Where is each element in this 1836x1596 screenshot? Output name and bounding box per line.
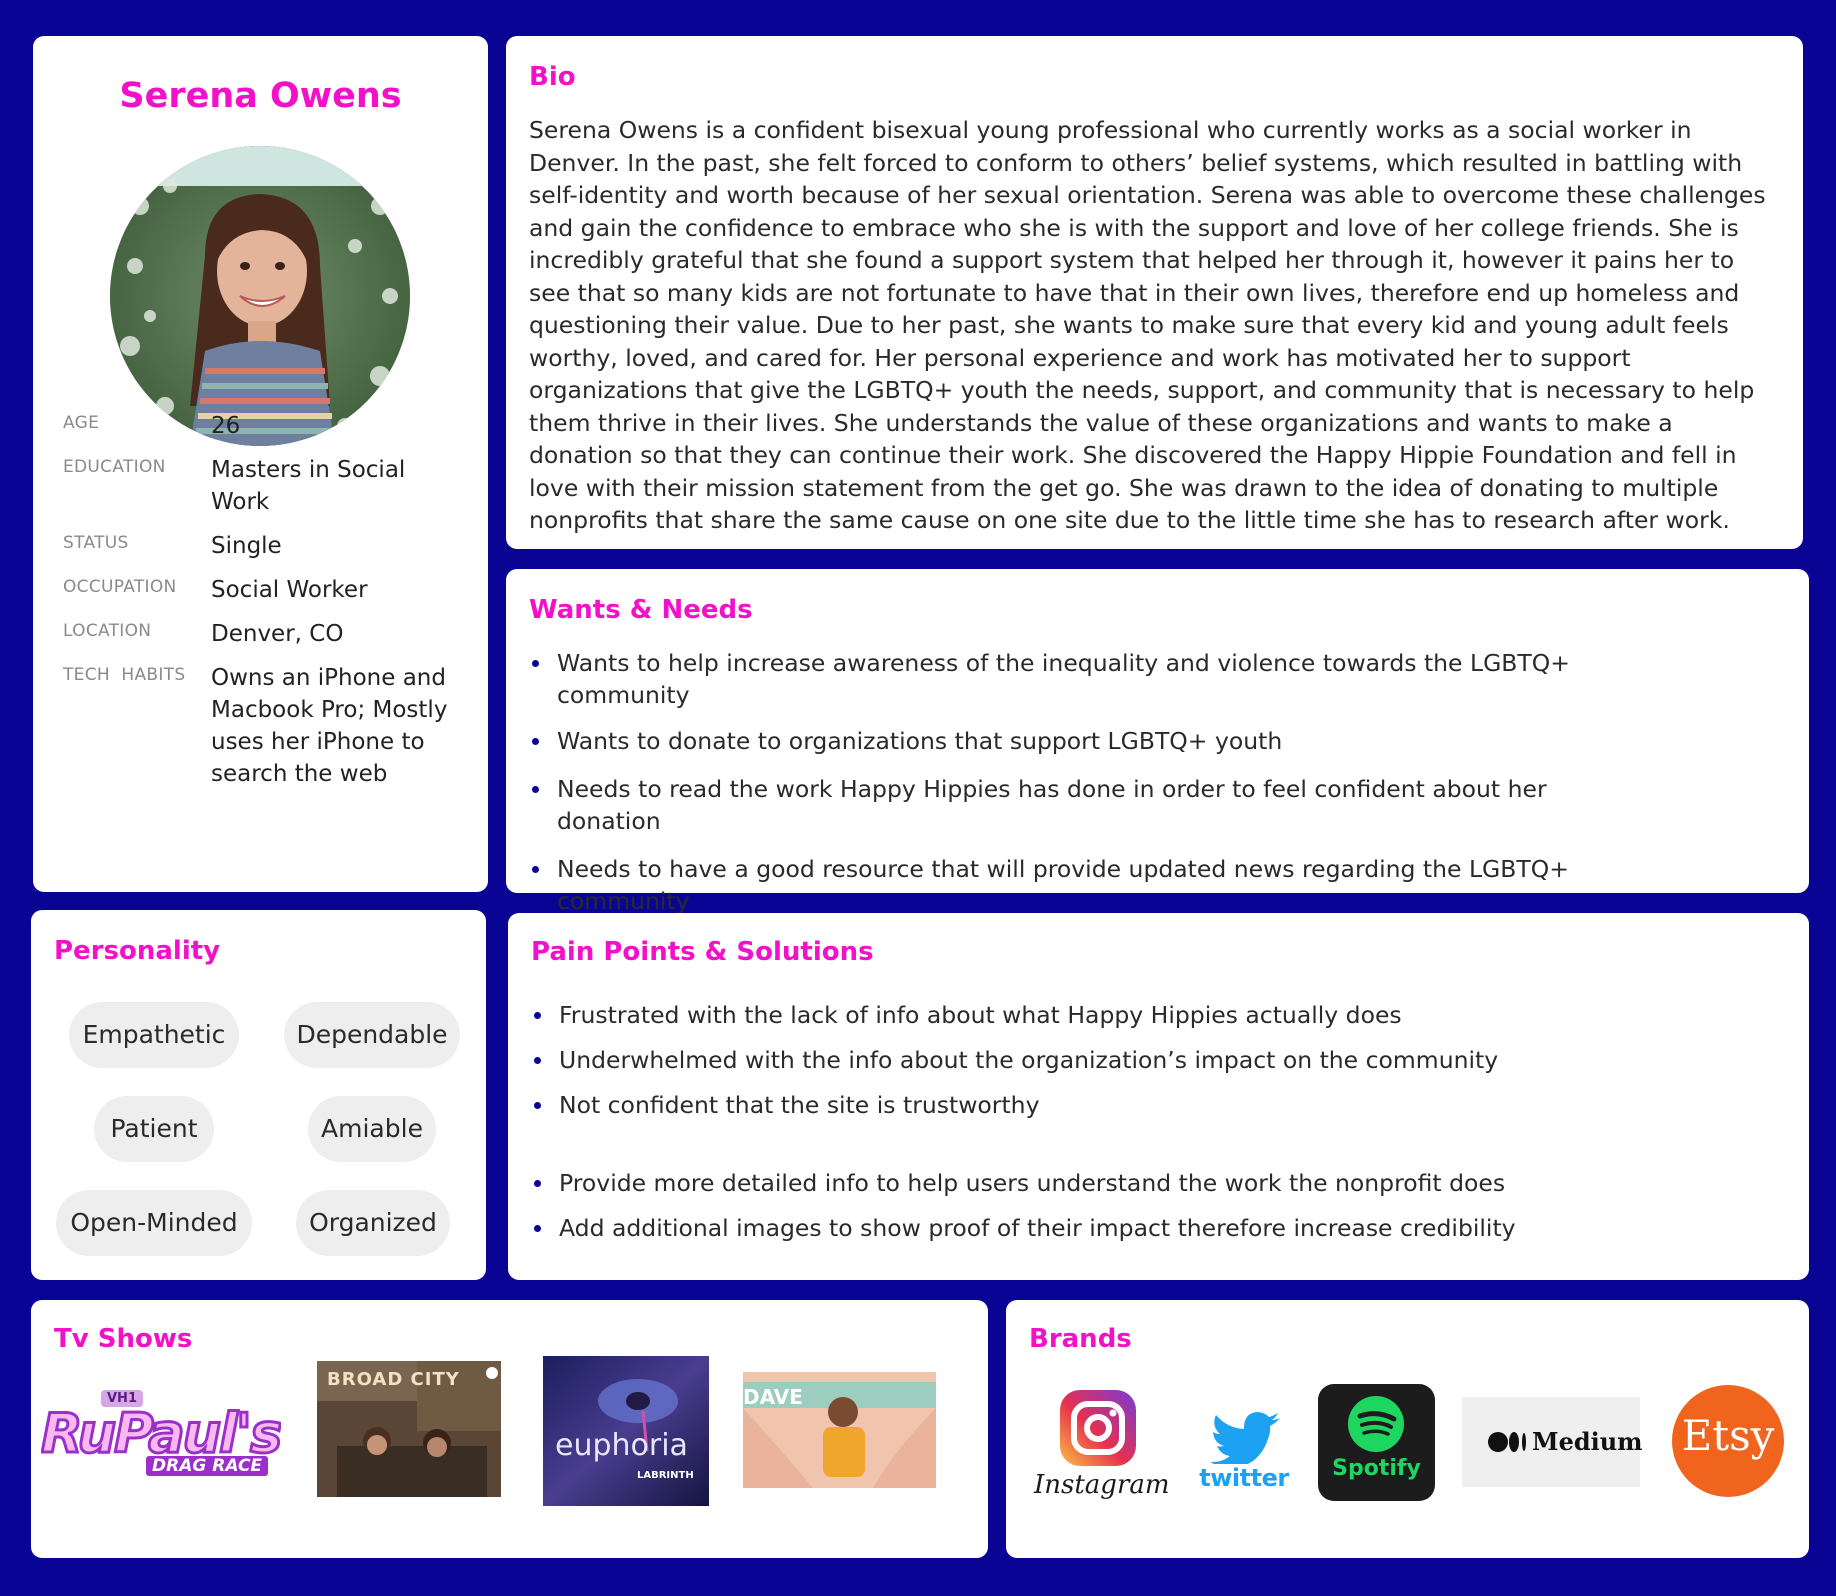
brands-card: Brands Instagram twitter Spotify Medium …: [1006, 1300, 1809, 1558]
twitter-logo: twitter: [1190, 1412, 1298, 1492]
instagram-logo: Instagram: [1034, 1390, 1170, 1510]
bullet-icon: [532, 738, 539, 745]
bullet-icon: [534, 1180, 541, 1187]
profile-card: Serena Owens AGE 26 EDUCATION Masters in…: [33, 36, 488, 892]
list-item-text: Wants to donate to organizations that su…: [557, 727, 1283, 755]
personality-heading: Personality: [54, 936, 221, 966]
list-item: Wants to donate to organizations that su…: [529, 725, 1579, 757]
list-item-text: Needs to have a good resource that will …: [557, 855, 1569, 915]
trait-chip: Organized: [296, 1190, 450, 1256]
info-label: AGE: [63, 413, 100, 433]
info-value: Masters in Social Work: [211, 457, 406, 515]
etsy-wordmark: Etsy: [1681, 1411, 1775, 1460]
etsy-logo: Etsy: [1672, 1385, 1784, 1497]
list-item: Not confident that the site is trustwort…: [531, 1089, 1681, 1121]
rupaul-drag-race-logo: VH1 RuPaul's DRAG RACE: [41, 1390, 281, 1482]
info-value: Owns an iPhone and Macbook Pro; Mostly u…: [211, 665, 448, 787]
list-item: Provide more detailed info to help users…: [531, 1167, 1681, 1199]
euphoria-poster: euphoria LABRINTH: [543, 1356, 709, 1506]
bio-text: Serena Owens is a confident bisexual you…: [529, 116, 1766, 534]
list-item-text: Needs to read the work Happy Hippies has…: [557, 775, 1547, 835]
drag-race-label: DRAG RACE: [146, 1456, 269, 1476]
trait-chip: Empathetic: [69, 1002, 239, 1068]
euphoria-credit: LABRINTH: [637, 1470, 694, 1481]
broad-city-poster: BROAD CITY: [317, 1361, 501, 1497]
pain-points-list: Frustrated with the lack of info about w…: [531, 999, 1681, 1121]
twitter-wordmark: twitter: [1199, 1464, 1289, 1492]
info-value: Single: [211, 533, 282, 559]
bullet-icon: [534, 1102, 541, 1109]
medium-wordmark: Medium: [1532, 1427, 1643, 1456]
info-label: OCCUPATION: [63, 577, 177, 597]
bullet-icon: [532, 786, 539, 793]
info-label: TECH HABITS: [63, 665, 186, 685]
spotify-icon: [1348, 1396, 1404, 1452]
info-value: Denver, CO: [211, 621, 344, 647]
spotify-wordmark: Spotify: [1332, 1456, 1421, 1481]
twitter-bird-icon: [1210, 1412, 1280, 1464]
info-value: Social Worker: [211, 577, 368, 603]
list-item: Frustrated with the lack of info about w…: [531, 999, 1681, 1031]
solutions-list: Provide more detailed info to help users…: [531, 1167, 1681, 1244]
trait-chip: Open-Minded: [56, 1190, 252, 1256]
medium-logo: Medium: [1462, 1397, 1643, 1487]
brands-heading: Brands: [1029, 1324, 1132, 1354]
list-item-text: Wants to help increase awareness of the …: [557, 649, 1570, 709]
medium-icon: [1488, 1432, 1526, 1452]
list-item-text: Not confident that the site is trustwort…: [559, 1091, 1040, 1119]
dave-title: DAVE: [743, 1385, 803, 1409]
personality-card: Personality Empathetic Dependable Patien…: [31, 910, 486, 1280]
dave-poster: DAVE: [743, 1372, 936, 1488]
trait-chip: Amiable: [308, 1096, 436, 1162]
info-value: 26: [211, 413, 241, 439]
instagram-icon: [1060, 1390, 1136, 1466]
list-item: Underwhelmed with the info about the org…: [531, 1044, 1681, 1076]
wants-needs-heading: Wants & Needs: [529, 595, 753, 625]
trait-chip: Patient: [94, 1096, 214, 1162]
list-item: Needs to have a good resource that will …: [529, 853, 1579, 917]
euphoria-title: euphoria: [555, 1428, 688, 1463]
info-label: LOCATION: [63, 621, 152, 641]
list-item-text: Provide more detailed info to help users…: [559, 1169, 1506, 1197]
profile-photo: [110, 146, 410, 446]
info-label: EDUCATION: [63, 457, 166, 477]
bullet-icon: [534, 1225, 541, 1232]
list-item: Add additional images to show proof of t…: [531, 1212, 1681, 1244]
broad-city-title: BROAD CITY: [327, 1369, 460, 1390]
bullet-icon: [534, 1012, 541, 1019]
bullet-icon: [532, 866, 539, 873]
tv-shows-card: Tv Shows VH1 RuPaul's DRAG RACE BROAD CI…: [31, 1300, 988, 1558]
trait-chip: Dependable: [284, 1002, 460, 1068]
list-item-text: Underwhelmed with the info about the org…: [559, 1046, 1499, 1074]
bio-card: Bio Serena Owens is a confident bisexual…: [506, 36, 1803, 549]
spotify-logo: Spotify: [1318, 1384, 1435, 1501]
pain-points-heading: Pain Points & Solutions: [531, 937, 874, 967]
bullet-icon: [534, 1057, 541, 1064]
info-label: STATUS: [63, 533, 129, 553]
instagram-wordmark: Instagram: [1034, 1470, 1170, 1500]
pain-points-card: Pain Points & Solutions Frustrated with …: [508, 913, 1809, 1280]
persona-name: Serena Owens: [119, 76, 402, 116]
wants-needs-list: Wants to help increase awareness of the …: [529, 647, 1579, 917]
bullet-icon: [532, 660, 539, 667]
list-item: Wants to help increase awareness of the …: [529, 647, 1579, 711]
list-item-text: Add additional images to show proof of t…: [559, 1214, 1516, 1242]
list-item: Needs to read the work Happy Hippies has…: [529, 773, 1579, 837]
wants-needs-card: Wants & Needs Wants to help increase awa…: [506, 569, 1809, 915]
bio-heading: Bio: [529, 62, 576, 92]
list-item-text: Frustrated with the lack of info about w…: [559, 1001, 1402, 1029]
tv-shows-heading: Tv Shows: [54, 1324, 193, 1354]
